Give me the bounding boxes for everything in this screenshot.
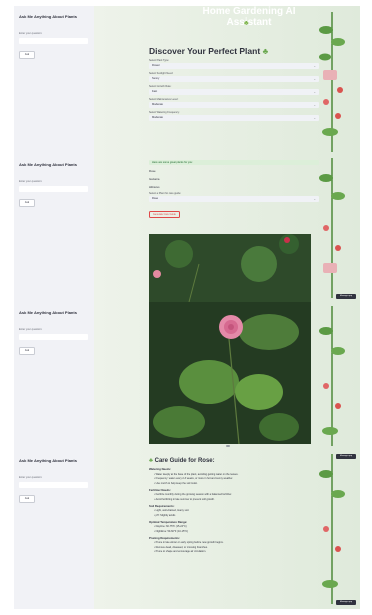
question-input[interactable] [19, 334, 88, 340]
section-heading: Pruning Requirements: [149, 535, 180, 540]
list-item: Fertilize monthly during the growing sea… [154, 493, 334, 496]
app-title: Home Gardening AI Assistant [202, 6, 296, 28]
panel-care-guide: Ask Me Anything About Plants Enter your … [14, 450, 360, 609]
ask-button[interactable]: Ask [19, 347, 35, 355]
results-section: Here are some great plants for you: Rose… [149, 160, 319, 220]
field-label: Select Watering Frequency: [149, 111, 180, 114]
main-area: Here are some great plants for you: Rose… [94, 154, 360, 302]
list-item: Use mulch to help keep the soil moist. [154, 482, 334, 485]
list-item: Nighttime: 50-60°F (10-15°C) [154, 530, 334, 533]
ask-button[interactable]: Ask [19, 199, 35, 207]
field-label: Select Growth Rate: [149, 85, 172, 88]
question-input[interactable] [19, 482, 88, 488]
sidebar-title: Ask Me Anything About Plants [19, 162, 77, 167]
list-item: Prune in late winter or early spring bef… [154, 541, 334, 544]
decorative-plants [319, 158, 345, 298]
decorative-plants [319, 12, 345, 152]
watering-select[interactable]: Moderate ⌄ [149, 115, 319, 121]
result-hibiscus: Hibiscus [149, 185, 160, 189]
section-heading: Watering Needs: [149, 467, 171, 471]
list-item: Water deeply at the base of the plant, a… [154, 473, 334, 476]
main-area [94, 302, 360, 450]
success-message: Here are some great plants for you: [149, 160, 319, 165]
sidebar: Ask Me Anything About Plants Enter your … [14, 302, 94, 450]
section-heading: Fertilizer Needs: [149, 487, 171, 492]
sidebar-title: Ask Me Anything About Plants [19, 310, 77, 315]
sidebar: Ask Me Anything About Plants Enter your … [14, 6, 94, 154]
list-item: Prune to shape and encourage air circula… [154, 550, 334, 553]
care-plant-label: Select a Plant for care guide: [149, 192, 182, 195]
sidebar: Ask Me Anything About Plants Enter your … [14, 450, 94, 609]
maintenance-select[interactable]: Moderate ⌄ [149, 102, 319, 108]
list-item: Remove dead, diseased, or crossing branc… [154, 546, 334, 549]
list-item: Avoid fertilizing in late summer to prev… [154, 498, 334, 501]
plant-type-select[interactable]: Flower ⌄ [149, 63, 319, 69]
field-label: Select Plant Type: [149, 59, 170, 62]
question-label: Enter your question: [19, 476, 43, 479]
image-pager [226, 445, 230, 447]
question-input[interactable] [19, 38, 88, 44]
question-label: Enter your question: [19, 32, 43, 35]
panel-plant-finder: Ask Me Anything About Plants Enter your … [14, 6, 360, 155]
rose-photo-top [149, 234, 311, 302]
sidebar: Ask Me Anything About Plants Enter your … [14, 154, 94, 302]
sidebar-title: Ask Me Anything About Plants [19, 14, 77, 19]
panel-results: Ask Me Anything About Plants Enter your … [14, 154, 360, 303]
care-guide: ♣ Care Guide for Rose: Watering Needs: W… [149, 458, 334, 553]
field-label: Select Maintenance Level: [149, 98, 179, 101]
sprout-icon: ♣ [244, 20, 249, 27]
list-item: Frequency: water every 2-3 weeks, or mor… [154, 477, 334, 480]
sunlight-select[interactable]: Sunny ⌄ [149, 76, 319, 82]
guide-heading: ♣ Care Guide for Rose: [149, 458, 215, 464]
question-input[interactable] [19, 186, 88, 192]
question-label: Enter your question: [19, 180, 43, 183]
generate-care-guide-button[interactable]: Generate Care Guide [149, 211, 180, 218]
result-gazania: Gazania [149, 177, 160, 181]
section-heading: Optimal Temperature Range: [149, 519, 188, 524]
rose-photo [149, 302, 311, 444]
list-item: pH: Slightly acidic. [154, 514, 334, 517]
question-label: Enter your question: [19, 328, 43, 331]
care-plant-select[interactable]: Rose ⌄ [149, 196, 319, 202]
result-rose: Rose [149, 169, 156, 173]
field-label: Select Sunlight Need: [149, 72, 174, 75]
seedling-icon: ♣ [149, 458, 153, 464]
main-area: ♣ Care Guide for Rose: Watering Needs: W… [94, 450, 360, 609]
list-item: Light, well-drained, loamy soil. [154, 509, 334, 512]
app-screenshot-strip: Ask Me Anything About Plants Enter your … [14, 6, 360, 609]
section-heading: Soil Requirements: [149, 503, 175, 508]
manage-app-button[interactable]: Manage app [336, 600, 356, 605]
manage-app-button[interactable]: Manage app [336, 294, 356, 299]
seedling-icon: ♣ [262, 46, 269, 56]
list-item: Daytime: 60-75°F (15-24°C) [154, 525, 334, 528]
manage-app-button[interactable]: Manage app [336, 454, 356, 459]
panel-rose-photo: Ask Me Anything About Plants Enter your … [14, 302, 360, 451]
growth-rate-select[interactable]: Fast ⌄ [149, 89, 319, 95]
finder-heading: Discover Your Perfect Plant ♣ [149, 46, 269, 56]
sidebar-title: Ask Me Anything About Plants [19, 458, 77, 463]
decorative-plants [319, 454, 345, 604]
decorative-plants [319, 306, 345, 446]
ask-button[interactable]: Ask [19, 495, 35, 503]
main-area: Home Gardening AI Assistant ♣ Discover Y… [94, 6, 360, 154]
ask-button[interactable]: Ask [19, 51, 35, 59]
plant-finder-form: Discover Your Perfect Plant ♣ Select Pla… [149, 46, 319, 121]
